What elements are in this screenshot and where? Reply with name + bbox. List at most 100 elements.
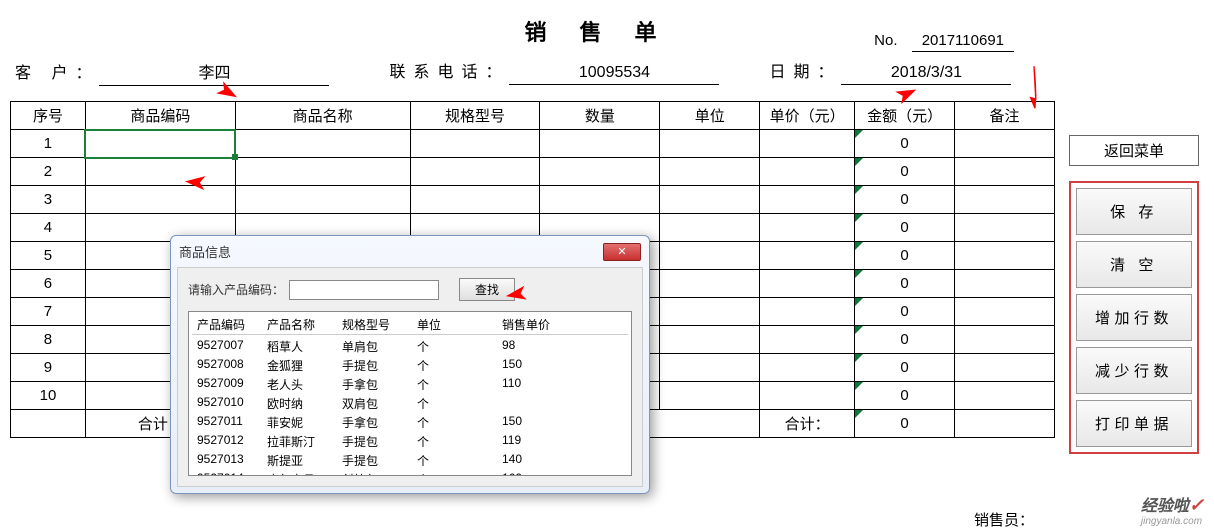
cell-price[interactable] (760, 382, 855, 410)
cell-amount[interactable]: 0 (855, 242, 955, 270)
cell-amount[interactable]: 0 (855, 326, 955, 354)
cell-amount[interactable]: 0 (855, 354, 955, 382)
cell-qty[interactable] (540, 186, 660, 214)
cell-unit[interactable] (660, 270, 760, 298)
product-list[interactable]: 产品编码 产品名称 规格型号 单位 销售单价 9527007稻草人单肩包个989… (188, 311, 632, 476)
product-row[interactable]: 9527012拉菲斯汀手提包个119 (192, 432, 628, 451)
cell-spec[interactable] (410, 186, 540, 214)
cell-name[interactable] (235, 158, 410, 186)
cell-price[interactable] (760, 354, 855, 382)
cell-unit[interactable] (660, 382, 760, 410)
dialog-titlebar[interactable]: 商品信息 ✕ (171, 236, 649, 267)
total-label2: 合计： (760, 410, 855, 438)
cell-note[interactable] (955, 298, 1055, 326)
cell-price[interactable] (760, 298, 855, 326)
cell-note[interactable] (955, 186, 1055, 214)
cell-note[interactable] (955, 326, 1055, 354)
product-row[interactable]: 9527007稻草人单肩包个98 (192, 337, 628, 356)
cell-seq[interactable]: 9 (11, 354, 86, 382)
pr-name: 菲安妮 (267, 414, 342, 431)
cell-price[interactable] (760, 270, 855, 298)
cell-seq[interactable]: 3 (11, 186, 86, 214)
pr-code: 9527007 (197, 338, 267, 355)
cell-price[interactable] (760, 158, 855, 186)
cell-price[interactable] (760, 242, 855, 270)
del-row-button[interactable]: 减少行数 (1076, 347, 1192, 394)
dialog-title: 商品信息 (179, 242, 603, 261)
cell-note[interactable] (955, 270, 1055, 298)
cell-seq[interactable]: 8 (11, 326, 86, 354)
product-row[interactable]: 9527014皮尔卡丹斜挎包个160 (192, 470, 628, 476)
cell-price[interactable] (760, 186, 855, 214)
cell-note[interactable] (955, 354, 1055, 382)
cell-name[interactable] (235, 130, 410, 158)
print-button[interactable]: 打印单据 (1076, 400, 1192, 447)
cell-seq[interactable]: 2 (11, 158, 86, 186)
cell-unit[interactable] (660, 354, 760, 382)
customer-value[interactable]: 李四 (99, 57, 329, 86)
no-label: No. (874, 32, 897, 49)
cell-seq[interactable]: 1 (11, 130, 86, 158)
col-name: 商品名称 (235, 102, 410, 130)
product-row[interactable]: 9527013斯提亚手提包个140 (192, 451, 628, 470)
cell-note[interactable] (955, 130, 1055, 158)
total-amount: 0 (855, 410, 955, 438)
product-row[interactable]: 9527011菲安妮手拿包个150 (192, 413, 628, 432)
pr-price: 119 (502, 433, 582, 450)
cell-name[interactable] (235, 186, 410, 214)
cell-amount[interactable]: 0 (855, 382, 955, 410)
cell-note[interactable] (955, 242, 1055, 270)
cell-unit[interactable] (660, 130, 760, 158)
clear-button[interactable]: 清 空 (1076, 241, 1192, 288)
cell-unit[interactable] (660, 186, 760, 214)
pr-spec: 单肩包 (342, 338, 417, 355)
no-value[interactable]: 2017110691 (912, 30, 1014, 52)
cell-price[interactable] (760, 130, 855, 158)
cell-spec[interactable] (410, 158, 540, 186)
phone-value[interactable]: 10095534 (509, 62, 719, 85)
close-icon[interactable]: ✕ (603, 243, 641, 261)
add-row-button[interactable]: 增加行数 (1076, 294, 1192, 341)
cell-note[interactable] (955, 214, 1055, 242)
product-row[interactable]: 9527010欧时纳双肩包个 (192, 394, 628, 413)
search-button[interactable]: 查找 (459, 278, 515, 301)
return-menu-button[interactable]: 返回菜单 (1069, 135, 1199, 166)
cell-amount[interactable]: 0 (855, 298, 955, 326)
cell-amount[interactable]: 0 (855, 214, 955, 242)
date-group: 日期： 2018/3/31 (769, 58, 1011, 85)
cell-code[interactable] (85, 186, 235, 214)
cell-unit[interactable] (660, 214, 760, 242)
product-row[interactable]: 9527009老人头手拿包个110 (192, 375, 628, 394)
cell-seq[interactable]: 5 (11, 242, 86, 270)
pr-name: 稻草人 (267, 338, 342, 355)
cell-seq[interactable]: 4 (11, 214, 86, 242)
pr-spec: 手提包 (342, 452, 417, 469)
cell-amount[interactable]: 0 (855, 158, 955, 186)
cell-note[interactable] (955, 382, 1055, 410)
date-value[interactable]: 2018/3/31 (841, 62, 1011, 85)
cell-spec[interactable] (410, 130, 540, 158)
watermark: 经验啦✓ jingyanla.com (1141, 492, 1204, 527)
cell-unit[interactable] (660, 326, 760, 354)
cell-seq[interactable]: 10 (11, 382, 86, 410)
cell-amount[interactable]: 0 (855, 270, 955, 298)
cell-unit[interactable] (660, 242, 760, 270)
cell-qty[interactable] (540, 158, 660, 186)
cell-code[interactable] (85, 130, 235, 158)
product-row[interactable]: 9527008金狐狸手提包个150 (192, 356, 628, 375)
side-panel: 返回菜单 保 存 清 空 增加行数 减少行数 打印单据 (1069, 135, 1199, 454)
cell-price[interactable] (760, 214, 855, 242)
cell-note[interactable] (955, 158, 1055, 186)
cell-qty[interactable] (540, 130, 660, 158)
cell-price[interactable] (760, 326, 855, 354)
cell-code[interactable] (85, 158, 235, 186)
search-input[interactable] (289, 280, 439, 300)
save-button[interactable]: 保 存 (1076, 188, 1192, 235)
cell-amount[interactable]: 0 (855, 186, 955, 214)
cell-unit[interactable] (660, 158, 760, 186)
cell-seq[interactable]: 6 (11, 270, 86, 298)
pr-name: 金狐狸 (267, 357, 342, 374)
cell-amount[interactable]: 0 (855, 130, 955, 158)
cell-unit[interactable] (660, 298, 760, 326)
cell-seq[interactable]: 7 (11, 298, 86, 326)
